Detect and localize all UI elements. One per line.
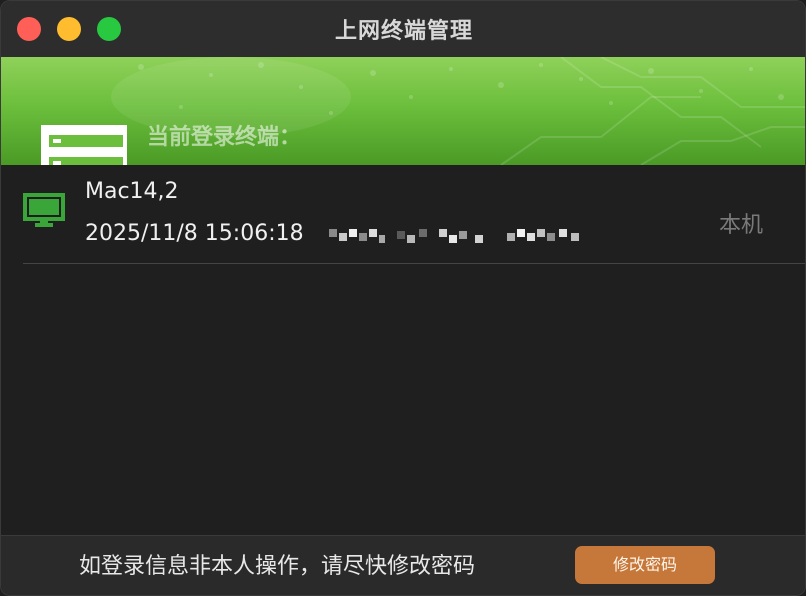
title-bar: 上网终端管理 — [1, 1, 805, 57]
terminal-row[interactable]: Mac14,2 2025/11/8 15:06:18 本机 — [23, 165, 805, 264]
current-terminals-label: 当前登录终端： — [147, 125, 302, 150]
redacted-address — [329, 229, 579, 243]
app-window: 上网终端管理 当前登录终端： Mac14,2 2025/11/8 15:06:1… — [0, 0, 806, 596]
server-icon — [39, 123, 129, 165]
device-name: Mac14,2 — [85, 179, 179, 204]
monitor-icon — [23, 193, 65, 233]
window-title: 上网终端管理 — [334, 19, 473, 44]
login-time: 2025/11/8 15:06:18 — [85, 221, 304, 246]
this-machine-badge: 本机 — [718, 213, 763, 238]
header-banner: 当前登录终端： — [1, 57, 805, 165]
footer-bar: 如登录信息非本人操作，请尽快修改密码 修改密码 — [1, 535, 805, 595]
security-notice: 如登录信息非本人操作，请尽快修改密码 — [79, 554, 476, 579]
change-password-button[interactable]: 修改密码 — [575, 546, 715, 584]
